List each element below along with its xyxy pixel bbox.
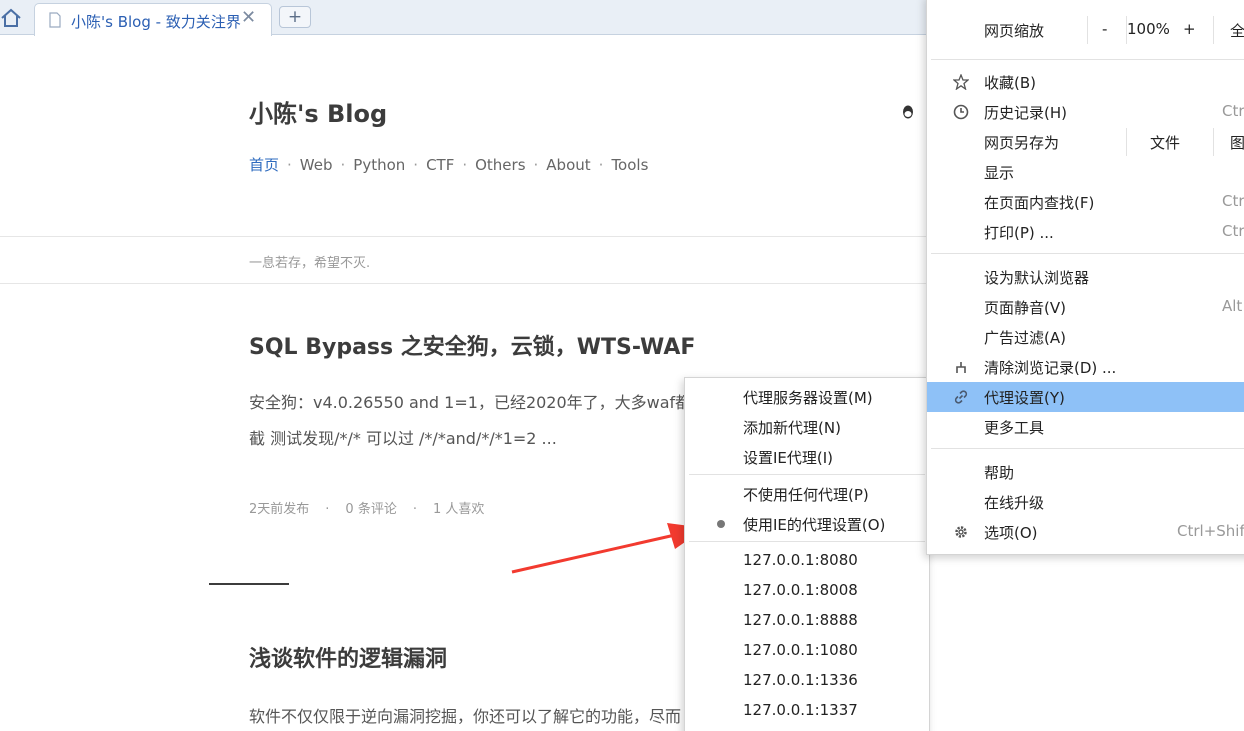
home-icon[interactable] [0,7,22,29]
post-date: 2天前发布 [249,502,310,517]
post-title[interactable]: 浅谈软件的逻辑漏洞 [249,641,447,673]
broom-icon [956,362,966,373]
menu-find[interactable]: 在页面内查找(F) Ctr [927,187,1244,217]
zoom-label: 网页缩放 [984,22,1045,40]
nav-ctf[interactable]: CTF [426,156,454,174]
nav-tools[interactable]: Tools [611,156,648,174]
proxy-submenu: 代理服务器设置(M) 添加新代理(N) 设置IE代理(I) 不使用任何代理(P)… [684,377,930,731]
clock-icon [953,104,969,120]
proxy-entry[interactable]: 127.0.0.1:1337 [685,696,929,726]
header-divider [0,236,930,237]
qq-icon[interactable] [900,104,916,120]
menu-save-as[interactable]: 网页另存为 文件 图 [927,127,1244,157]
menu-help[interactable]: 帮助 [927,457,1244,487]
menu-print[interactable]: 打印(P) ... Ctr [927,217,1244,247]
add-proxy[interactable]: 添加新代理(N) [685,412,929,442]
menu-history[interactable]: 历史记录(H) Ctr [927,97,1244,127]
proxy-entry[interactable]: 127.0.0.1:8080 [685,546,929,576]
motto-divider [0,283,930,284]
post-likes[interactable]: 1 人喜欢 [433,502,484,517]
nav-web[interactable]: Web [300,156,333,174]
menu-options[interactable]: 选项(O) Ctrl+Shift [927,517,1244,547]
nav-python[interactable]: Python [353,156,405,174]
no-proxy-option[interactable]: 不使用任何代理(P) [685,479,929,509]
page-icon [49,12,61,28]
proxy-entry[interactable]: 127.0.0.1:8888 [685,606,929,636]
gear-icon [955,526,967,538]
proxy-entry[interactable]: 127.0.0.1:1336 [685,666,929,696]
menu-separator [689,474,925,475]
zoom-out-button[interactable]: - [1102,20,1107,38]
menu-separator [931,59,1244,60]
post-meta: 2天前发布 · 0 条评论 · 1 人喜欢 [249,502,485,517]
zoom-row: 网页缩放 - 100% + 全 [927,15,1244,45]
menu-separator [689,541,925,542]
post-excerpt-line: 截 测试发现/*/* 可以过 /*/*and/*/*1=2 ... [249,429,557,448]
radio-selected-icon [717,520,725,528]
nav-home[interactable]: 首页 [249,156,279,174]
browser-main-menu: 网页缩放 - 100% + 全 收藏(B) 历史记录(H) Ctr 网页另存为 … [926,0,1244,555]
post-separator [209,583,289,585]
close-tab-icon[interactable]: ✕ [241,7,256,28]
post-title[interactable]: SQL Bypass 之安全狗，云锁，WTS-WAF [249,329,695,361]
annotation-arrow [511,523,705,574]
save-as-file[interactable]: 文件 [1150,132,1180,153]
star-icon [953,74,969,90]
menu-mute[interactable]: 页面静音(V) Alt [927,292,1244,322]
menu-more-tools[interactable]: 更多工具 [927,412,1244,442]
menu-clear-history[interactable]: 清除浏览记录(D) ... [927,352,1244,382]
blog-motto: 一息若存，希望不灭. [249,256,371,271]
post-excerpt-line: 安全狗：v4.0.26550 and 1=1，已经2020年了，大多waf都 [249,393,692,412]
zoom-level: 100% [1127,20,1170,38]
menu-proxy-settings[interactable]: 代理设置(Y) [927,382,1244,412]
proxy-entry[interactable]: 127.0.0.1:8008 [685,576,929,606]
tab-title: 小陈's Blog - 致力关注界 [71,13,241,31]
post-comments[interactable]: 0 条评论 [345,502,396,517]
new-tab-button[interactable]: + [279,6,311,28]
link-icon [954,390,968,404]
save-as-image[interactable]: 图 [1230,132,1244,153]
menu-adblock[interactable]: 广告过滤(A) [927,322,1244,352]
proxy-server-settings[interactable]: 代理服务器设置(M) [685,382,929,412]
blog-nav: 首页 · Web · Python · CTF · Others · About · Tools [249,156,649,174]
nav-about[interactable]: About [546,156,590,174]
proxy-entry[interactable]: 127.0.0.1:1080 [685,636,929,666]
menu-set-default[interactable]: 设为默认浏览器 [927,262,1244,292]
browser-tab[interactable]: 小陈's Blog - 致力关注界 ✕ [34,3,272,36]
nav-others[interactable]: Others [475,156,525,174]
fullscreen-button[interactable]: 全 [1230,20,1244,41]
use-ie-proxy-option[interactable]: 使用IE的代理设置(O) [685,509,929,539]
menu-favorites[interactable]: 收藏(B) [927,67,1244,97]
post-excerpt: 安全狗：v4.0.26550 and 1=1，已经2020年了，大多waf都 截… [249,385,692,457]
set-ie-proxy[interactable]: 设置IE代理(I) [685,442,929,472]
zoom-in-button[interactable]: + [1183,20,1196,38]
menu-separator [931,253,1244,254]
menu-upgrade[interactable]: 在线升级 [927,487,1244,517]
menu-separator [931,448,1244,449]
menu-display[interactable]: 显示 [927,157,1244,187]
blog-title[interactable]: 小陈's Blog [249,94,387,129]
